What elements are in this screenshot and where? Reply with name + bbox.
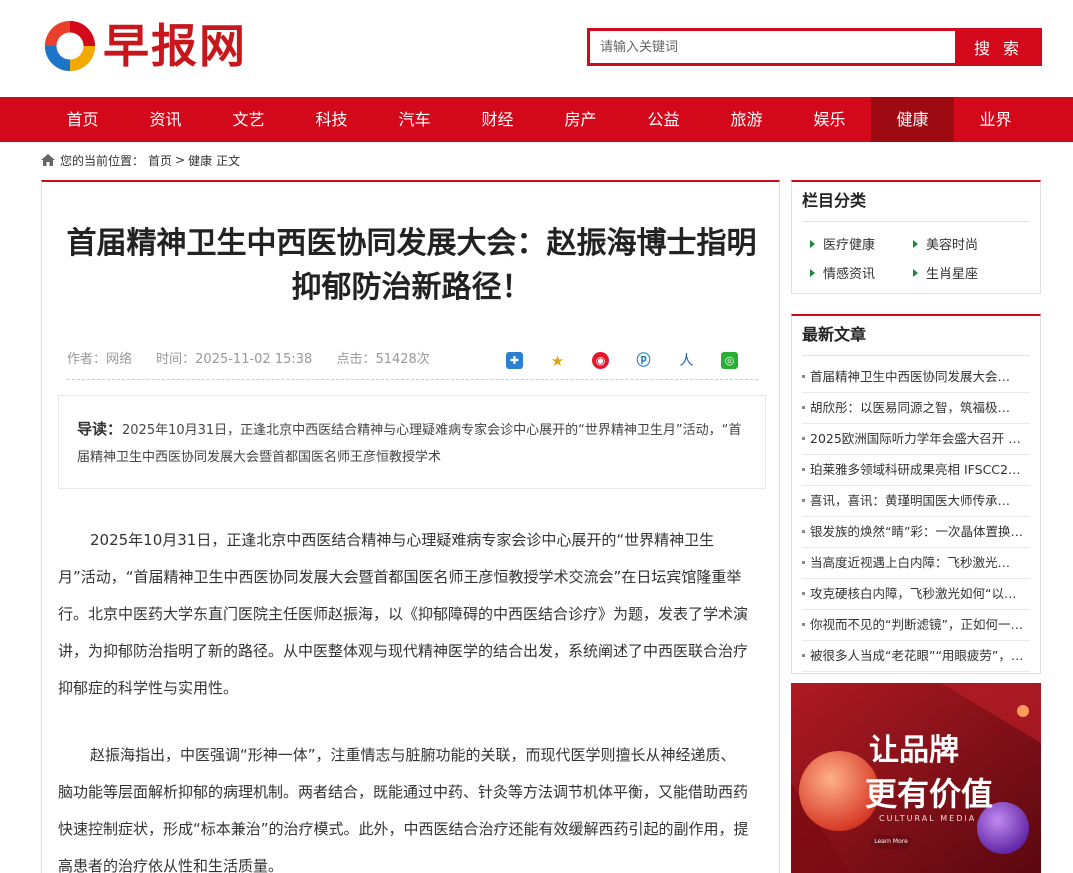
lead-text: 2025年10月31日，正逢北京中西医结合精神与心理疑难病专家会诊中心展开的“世… — [77, 423, 742, 465]
article-paragraph: 赵振海指出，中医强调“形神一体”，注重情志与脏腑功能的关联，而现代医学则擅长从神… — [58, 746, 749, 873]
triangle-bullet-icon — [810, 239, 815, 248]
breadcrumb-tail: 正文 — [216, 153, 241, 168]
nav-item-travel[interactable]: 旅游 — [705, 97, 788, 142]
latest-panel: 最新文章 首届精神卫生中西医协同发展大会… 胡欣彤：以医易同源之智，筑福极… 2… — [791, 314, 1041, 674]
latest-item[interactable]: 珀莱雅多领域科研成果亮相 IFSCC2… — [802, 455, 1030, 486]
nav-item-auto[interactable]: 汽车 — [373, 97, 456, 142]
latest-item[interactable]: 你视而不见的“判断滤镜”，正如何一… — [802, 610, 1030, 641]
logo-text: 早报网 — [103, 19, 247, 73]
lead-label: 导读： — [77, 420, 123, 438]
nav-item-arts[interactable]: 文艺 — [207, 97, 290, 142]
ad-line1: 让品牌 — [869, 733, 959, 768]
weibo-icon[interactable]: ◉ — [592, 352, 609, 369]
latest-item[interactable]: 喜讯，喜讯：黄瑾明国医大师传承… — [802, 486, 1030, 517]
category-item-beauty[interactable]: 美容时尚 — [913, 234, 1016, 253]
renren-icon[interactable]: 人 — [678, 352, 695, 369]
category-label: 情感资讯 — [823, 267, 876, 282]
share-star-icon[interactable]: ★ — [549, 352, 566, 370]
category-item-zodiac[interactable]: 生肖星座 — [913, 263, 1016, 282]
category-item-medical[interactable]: 医疗健康 — [810, 234, 913, 253]
latest-item[interactable]: 被很多人当成“老花眼”“用眼疲劳”，… — [802, 641, 1030, 672]
category-title: 栏目分类 — [802, 182, 1030, 222]
nav-item-industry[interactable]: 业界 — [954, 97, 1037, 142]
category-item-emotion[interactable]: 情感资讯 — [810, 263, 913, 282]
search-input[interactable] — [587, 28, 955, 66]
category-label: 医疗健康 — [823, 238, 876, 253]
main-nav: 首页 资讯 文艺 科技 汽车 财经 房产 公益 旅游 娱乐 健康 业界 — [0, 97, 1073, 142]
search-button[interactable]: 搜 索 — [955, 28, 1042, 66]
article-paragraph: 2025年10月31日，正逢北京中西医结合精神与心理疑难病专家会诊中心展开的“世… — [58, 531, 749, 697]
article-body: 2025年10月31日，正逢北京中西医结合精神与心理疑难病专家会诊中心展开的“世… — [58, 522, 749, 873]
logo-swirl-icon — [44, 20, 96, 72]
nav-item-home[interactable]: 首页 — [41, 97, 124, 142]
article-panel: 首届精神卫生中西医协同发展大会：赵振海博士指明抑郁防治新路径！ 作者：网络 时间… — [41, 180, 780, 873]
latest-item[interactable]: 当高度近视遇上白内障：飞秒激光… — [802, 548, 1030, 579]
category-label: 生肖星座 — [926, 267, 979, 282]
article-title: 首届精神卫生中西医协同发展大会：赵振海博士指明抑郁防治新路径！ — [66, 226, 757, 305]
latest-item[interactable]: 银发族的焕然“睛”彩：一次晶体置换… — [802, 517, 1030, 548]
ad-subtitle: CULTURAL MEDIA — [879, 814, 977, 823]
article-author: 作者：网络 — [67, 352, 133, 367]
nav-item-entertainment[interactable]: 娱乐 — [788, 97, 871, 142]
share-bar: ✚ ★ ◉ ⓟ 人 ◎ — [506, 352, 758, 370]
breadcrumb-separator: > — [175, 153, 186, 167]
latest-item[interactable]: 攻克硬核白内障，飞秒激光如何“以… — [802, 579, 1030, 610]
latest-item[interactable]: 首届精神卫生中西医协同发展大会… — [802, 362, 1030, 393]
wechat-icon[interactable]: ◎ — [721, 352, 738, 369]
breadcrumb: 您的当前位置： 首页 > 健康 正文 — [41, 150, 240, 170]
article-clicks: 点击：51428次 — [336, 352, 430, 367]
triangle-bullet-icon — [913, 239, 918, 248]
ad-banner[interactable]: 让品牌 更有价值 CULTURAL MEDIA Learn More — [791, 683, 1041, 873]
nav-item-realestate[interactable]: 房产 — [539, 97, 622, 142]
nav-item-health[interactable]: 健康 — [871, 97, 954, 142]
breadcrumb-section[interactable]: 健康 — [188, 152, 212, 169]
latest-title: 最新文章 — [802, 316, 1030, 356]
nav-item-tech[interactable]: 科技 — [290, 97, 373, 142]
latest-item[interactable]: 2025欧洲国际听力学年会盛大召开 … — [802, 424, 1030, 455]
latest-item[interactable]: 胡欣彤：以医易同源之智，筑福极… — [802, 393, 1030, 424]
site-header: 早报网 搜 索 — [0, 0, 1073, 97]
share-plus-icon[interactable]: ✚ — [506, 352, 523, 369]
home-icon — [41, 154, 55, 166]
triangle-bullet-icon — [913, 268, 918, 277]
pinterest-icon[interactable]: ⓟ — [635, 352, 652, 369]
category-label: 美容时尚 — [926, 238, 979, 253]
triangle-bullet-icon — [810, 268, 815, 277]
site-logo[interactable]: 早报网 — [41, 16, 247, 76]
search-bar: 搜 索 — [587, 28, 1042, 66]
ad-line2: 更有价值 — [865, 775, 994, 813]
article-time: 时间：2025-11-02 15:38 — [156, 352, 313, 367]
breadcrumb-prefix: 您的当前位置： — [60, 153, 145, 168]
nav-item-finance[interactable]: 财经 — [456, 97, 539, 142]
article-lead: 导读：2025年10月31日，正逢北京中西医结合精神与心理疑难病专家会诊中心展开… — [58, 395, 766, 489]
nav-item-news[interactable]: 资讯 — [124, 97, 207, 142]
breadcrumb-home[interactable]: 首页 — [148, 152, 172, 169]
article-meta: 作者：网络 时间：2025-11-02 15:38 点击：51428次 ✚ ★ … — [67, 350, 758, 380]
ad-learn-more-button[interactable]: Learn More — [871, 835, 911, 849]
nav-item-charity[interactable]: 公益 — [622, 97, 705, 142]
category-panel: 栏目分类 医疗健康 美容时尚 情感资讯 生肖星座 — [791, 180, 1041, 294]
